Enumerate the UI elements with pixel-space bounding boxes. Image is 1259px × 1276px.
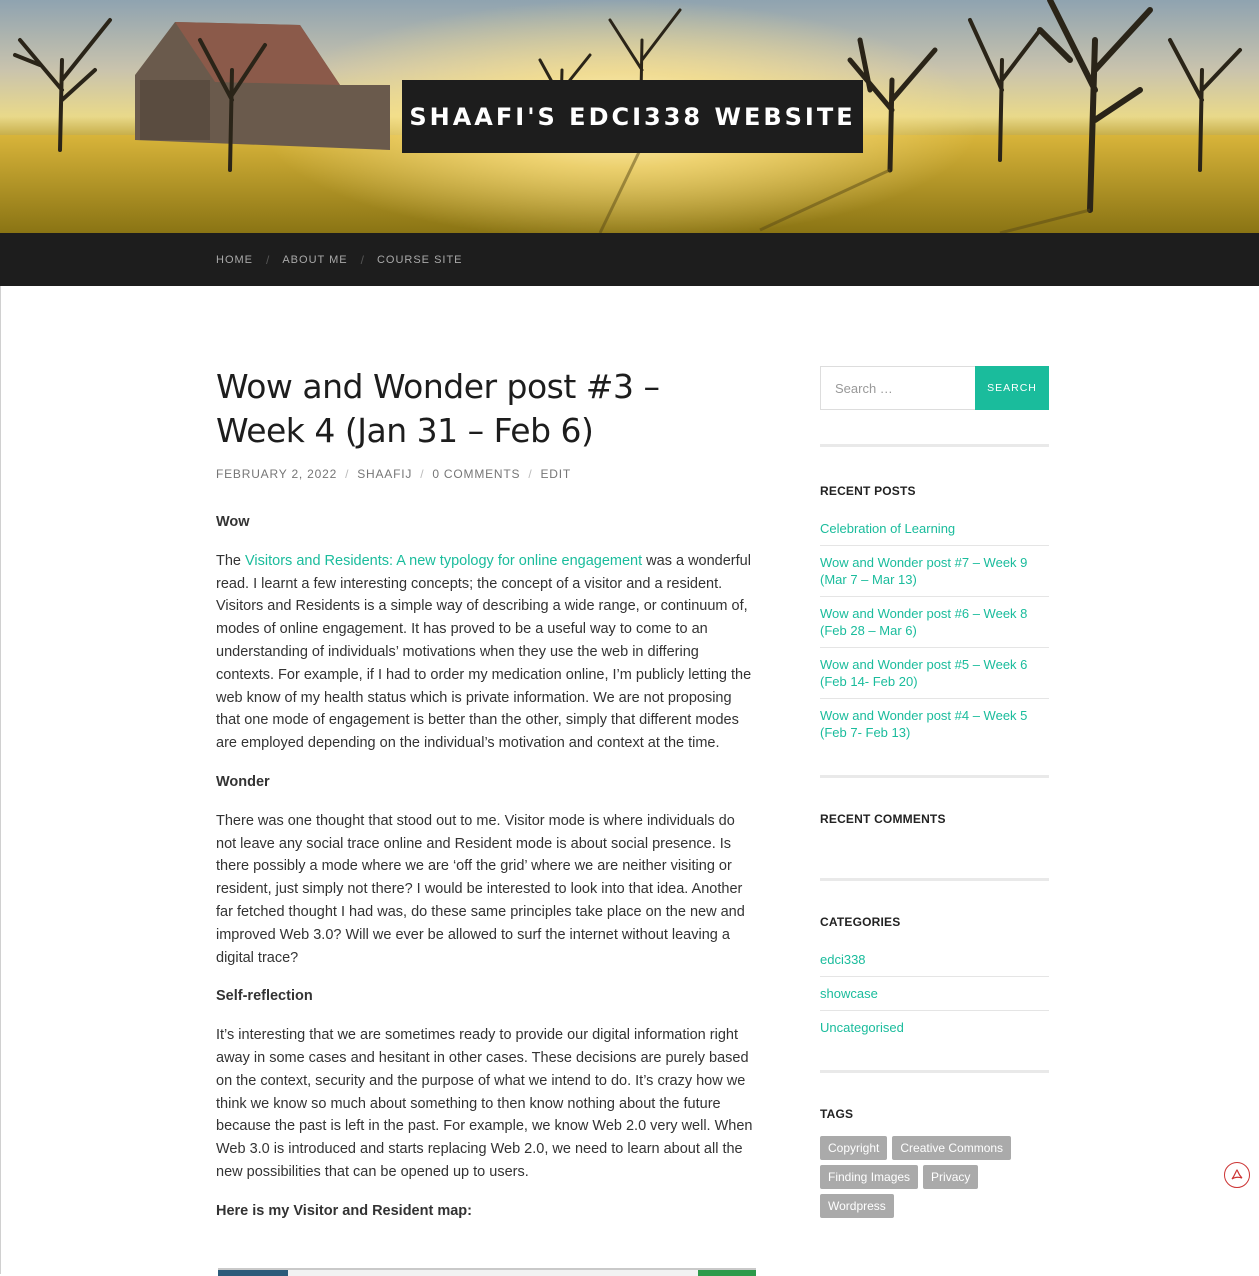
categories-list: edci338 showcase Uncategorised <box>820 943 1049 1044</box>
tag-wordpress[interactable]: Wordpress <box>820 1194 894 1218</box>
search-button[interactable]: SEARCH <box>975 366 1049 410</box>
nav-separator: / <box>360 252 364 267</box>
paragraph-self-reflection: It’s interesting that we are sometimes r… <box>216 1027 753 1180</box>
category-link-edci338[interactable]: edci338 <box>820 952 866 967</box>
nav-list: HOME / ABOUT ME / COURSE SITE <box>216 233 463 286</box>
site-title[interactable]: SHAAFI'S EDCI338 WEBSITE <box>402 80 863 153</box>
recent-post-link[interactable]: Wow and Wonder post #6 – Week 8 (Feb 28 … <box>820 606 1027 638</box>
pdf-icon-glyph <box>1231 1169 1243 1180</box>
recent-post-link[interactable]: Celebration of Learning <box>820 521 955 536</box>
list-item: Wow and Wonder post #4 – Week 5 (Feb 7- … <box>820 699 1049 749</box>
meta-separator: / <box>528 467 533 481</box>
list-item: showcase <box>820 977 1049 1011</box>
widget-divider <box>820 878 1049 881</box>
visitor-resident-map-image <box>218 1268 756 1276</box>
post-date-link[interactable]: FEBRUARY 2, 2022 <box>216 467 337 481</box>
list-item: edci338 <box>820 943 1049 977</box>
post-meta: FEBRUARY 2, 2022 / SHAAFIJ / 0 COMMENTS … <box>216 467 756 481</box>
meta-separator: / <box>345 467 350 481</box>
post-author-link[interactable]: SHAAFIJ <box>357 467 412 481</box>
section-heading-map: Here is my Visitor and Resident map: <box>216 1202 472 1219</box>
nav-item-course-site[interactable]: COURSE SITE <box>377 254 463 266</box>
paragraph-wow: The Visitors and Residents: A new typolo… <box>216 550 756 755</box>
map-image-edge-left <box>218 1270 288 1276</box>
sidebar: SEARCH RECENT POSTS Celebration of Learn… <box>820 366 1049 1218</box>
list-item: Wow and Wonder post #5 – Week 6 (Feb 14-… <box>820 648 1049 699</box>
paragraph-prefix: The <box>216 552 246 569</box>
paragraph-text: was a wonderful read. I learnt a few int… <box>216 552 752 752</box>
list-item: Wow and Wonder post #7 – Week 9 (Mar 7 –… <box>820 546 1049 597</box>
category-link-showcase[interactable]: showcase <box>820 986 878 1001</box>
recent-post-link[interactable]: Wow and Wonder post #4 – Week 5 (Feb 7- … <box>820 708 1027 740</box>
post-article: Wow and Wonder post #3 – Week 4 (Jan 31 … <box>216 365 756 1239</box>
tags-title: TAGS <box>820 1107 854 1121</box>
categories-title: CATEGORIES <box>820 915 901 929</box>
post-edit-link[interactable]: EDIT <box>540 467 571 481</box>
post-body: Wow The Visitors and Residents: A new ty… <box>216 511 756 1223</box>
tag-cloud: Copyright Creative Commons Finding Image… <box>820 1136 1049 1218</box>
widget-divider <box>820 1070 1049 1073</box>
tag-finding-images[interactable]: Finding Images <box>820 1165 919 1189</box>
main-navigation: HOME / ABOUT ME / COURSE SITE <box>0 233 1259 286</box>
nav-item-home[interactable]: HOME <box>216 254 253 266</box>
widget-divider <box>820 775 1049 778</box>
map-image-edge-right <box>698 1270 756 1276</box>
recent-posts-title: RECENT POSTS <box>820 484 916 498</box>
search-form: SEARCH <box>820 366 1049 410</box>
nav-separator: / <box>266 252 270 267</box>
list-item: Celebration of Learning <box>820 512 1049 546</box>
paragraph-wonder: There was one thought that stood out to … <box>216 812 745 966</box>
tag-copyright[interactable]: Copyright <box>820 1136 888 1160</box>
list-item: Wow and Wonder post #6 – Week 8 (Feb 28 … <box>820 597 1049 648</box>
header-banner: SHAAFI'S EDCI338 WEBSITE <box>0 0 1259 233</box>
tag-creative-commons[interactable]: Creative Commons <box>892 1136 1012 1160</box>
list-item: Uncategorised <box>820 1011 1049 1044</box>
nav-item-about-me[interactable]: ABOUT ME <box>282 254 347 266</box>
widget-divider <box>820 444 1049 447</box>
search-input[interactable] <box>820 366 975 410</box>
recent-post-link[interactable]: Wow and Wonder post #5 – Week 6 (Feb 14-… <box>820 657 1027 689</box>
post-comments-link[interactable]: 0 COMMENTS <box>432 467 520 481</box>
section-heading-self-reflection: Self-reflection <box>216 988 313 1005</box>
category-link-uncategorised[interactable]: Uncategorised <box>820 1020 904 1035</box>
recent-posts-list: Celebration of Learning Wow and Wonder p… <box>820 512 1049 749</box>
pdf-icon[interactable] <box>1224 1162 1250 1188</box>
recent-comments-title: RECENT COMMENTS <box>820 812 946 826</box>
meta-separator: / <box>420 467 425 481</box>
tag-privacy[interactable]: Privacy <box>923 1165 979 1189</box>
post-title: Wow and Wonder post #3 – Week 4 (Jan 31 … <box>216 367 660 450</box>
section-heading-wow: Wow <box>216 514 250 530</box>
section-heading-wonder: Wonder <box>216 773 270 790</box>
recent-post-link[interactable]: Wow and Wonder post #7 – Week 9 (Mar 7 –… <box>820 555 1027 587</box>
visitors-residents-link[interactable]: Visitors and Residents: A new typology f… <box>245 553 642 569</box>
